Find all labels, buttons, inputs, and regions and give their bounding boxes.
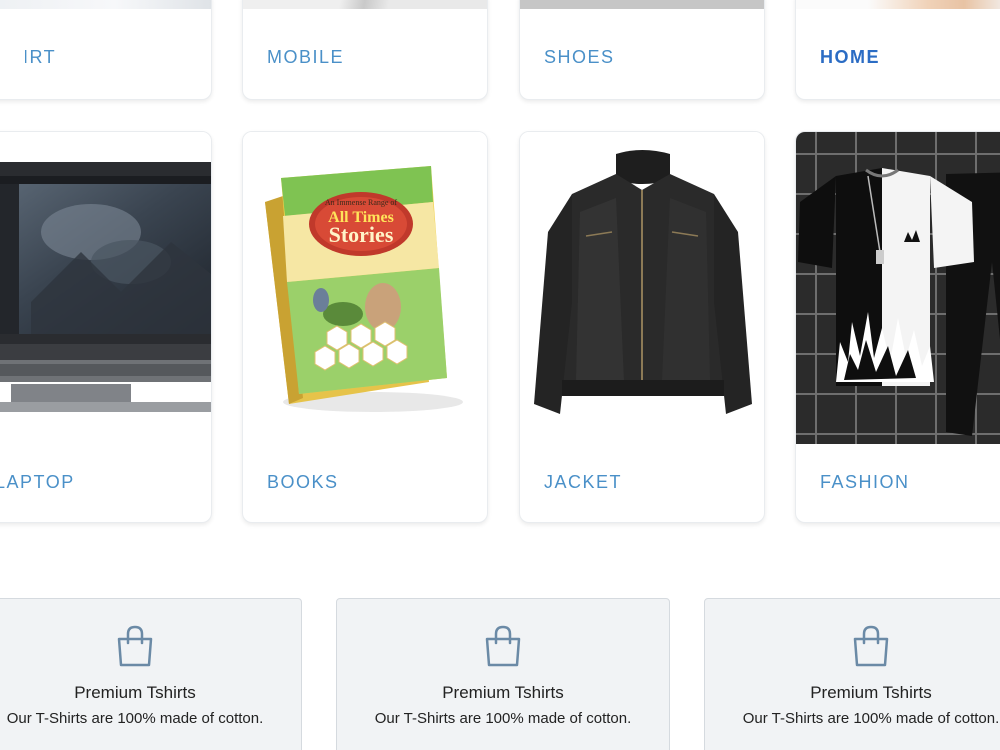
- category-label-home: HOME: [820, 47, 880, 67]
- category-label-shirt: SHIRT: [0, 47, 57, 67]
- books-image: An Immense Range of All Times Stories: [243, 132, 487, 444]
- jacket-image: [520, 132, 764, 444]
- category-card-fashion[interactable]: FASHION: [795, 131, 1000, 523]
- jacket-illustration: [520, 132, 764, 444]
- home-image: [796, 0, 1000, 9]
- laptop-image: [0, 132, 211, 444]
- laptop-illustration: [0, 132, 211, 444]
- category-card-home[interactable]: HOME: [795, 0, 1000, 100]
- book-title-line2: Stories: [329, 222, 394, 247]
- category-page: SHIRT MOBILE SHOES HOME LAPTOP An Immens…: [0, 0, 1000, 750]
- book-subtitle: An Immense Range of: [325, 198, 398, 207]
- book-illustration: An Immense Range of All Times Stories: [243, 132, 487, 444]
- category-label-shoes: SHOES: [544, 47, 615, 67]
- mobile-image: [243, 0, 487, 9]
- category-label-books: BOOKS: [267, 472, 339, 492]
- category-label-fashion: FASHION: [820, 472, 910, 492]
- category-card-shirt[interactable]: SHIRT: [0, 0, 212, 100]
- category-label-mobile: MOBILE: [267, 47, 345, 67]
- category-label-jacket: JACKET: [544, 472, 623, 492]
- feature-title: Premium Tshirts: [442, 683, 564, 702]
- shopping-bag-icon: [117, 625, 153, 667]
- feature-title: Premium Tshirts: [810, 683, 932, 702]
- feature-box-2: Premium Tshirts Our T-Shirts are 100% ma…: [336, 598, 670, 750]
- category-label-laptop: LAPTOP: [0, 472, 75, 492]
- category-card-books[interactable]: An Immense Range of All Times Stories BO…: [242, 131, 488, 523]
- feature-description: Our T-Shirts are 100% made of cotton.: [742, 710, 1000, 727]
- category-card-shoes[interactable]: SHOES: [519, 0, 765, 100]
- feature-box-1: Premium Tshirts Our T-Shirts are 100% ma…: [0, 598, 302, 750]
- shopping-bag-icon: [853, 625, 889, 667]
- category-card-laptop[interactable]: LAPTOP: [0, 131, 212, 523]
- feature-title: Premium Tshirts: [74, 683, 196, 702]
- shopping-bag-icon: [485, 625, 521, 667]
- feature-description: Our T-Shirts are 100% made of cotton.: [6, 710, 264, 727]
- category-card-jacket[interactable]: JACKET: [519, 131, 765, 523]
- fashion-illustration: [796, 132, 1000, 444]
- shoes-image: [520, 0, 764, 9]
- feature-description: Our T-Shirts are 100% made of cotton.: [374, 710, 632, 727]
- feature-box-3: Premium Tshirts Our T-Shirts are 100% ma…: [704, 598, 1000, 750]
- category-card-mobile[interactable]: MOBILE: [242, 0, 488, 100]
- shirt-image: [0, 0, 211, 9]
- fashion-image: [796, 132, 1000, 444]
